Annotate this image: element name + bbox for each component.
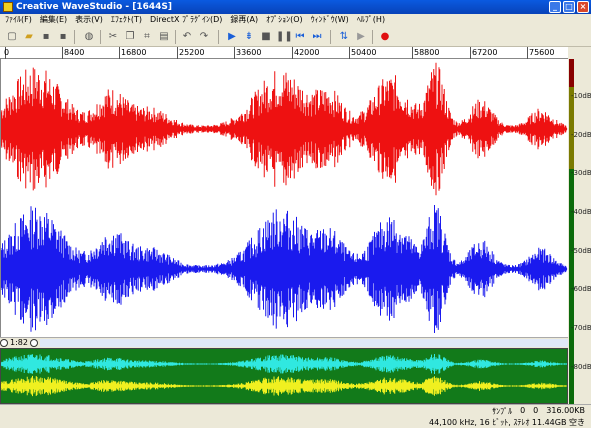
- undo-icon[interactable]: ↶: [180, 30, 194, 44]
- zoom-out-icon[interactable]: [0, 339, 8, 347]
- ruler-label: 75600: [529, 48, 555, 57]
- save-all-icon[interactable]: ▪: [56, 30, 70, 44]
- file-size: 316.00KB: [546, 406, 585, 415]
- stop-icon[interactable]: ■: [259, 30, 273, 44]
- left-channel-waveform: [1, 62, 567, 196]
- level-label: -20dB: [571, 131, 591, 139]
- forward-icon[interactable]: ⏭: [310, 30, 324, 44]
- ruler-label: 42000: [294, 48, 320, 57]
- ruler-label: 16800: [121, 48, 147, 57]
- ruler-label: 0: [4, 48, 10, 57]
- redo-icon[interactable]: ↷: [197, 30, 211, 44]
- level-label: -30dB: [571, 169, 591, 177]
- level-label: -50dB: [571, 247, 591, 255]
- time-ruler: 0 8400 16800 25200 33600 42000 50400 588…: [0, 47, 568, 59]
- ruler-label: 58800: [414, 48, 440, 57]
- menu-options[interactable]: ｵﾌﾟｼｮﾝ(O): [262, 14, 307, 26]
- zoom-in-icon[interactable]: [29, 339, 38, 347]
- horizontal-scrollbar[interactable]: 1:82: [0, 337, 568, 347]
- format-info: 44,100 kHz, 16 ﾋﾞｯﾄ, ｽﾃﾚｵ 11.44GB 空き: [429, 418, 585, 427]
- copy-icon[interactable]: ❐: [123, 30, 137, 44]
- menu-directx[interactable]: DirectX ﾌﾟﾗｸﾞｲﾝ(D): [146, 14, 226, 26]
- overview-left-waveform: [1, 354, 567, 374]
- menu-help[interactable]: ﾍﾙﾌﾟ(H): [353, 14, 389, 26]
- ruler-label: 8400: [64, 48, 85, 57]
- selection-start: 0: [520, 406, 526, 415]
- level-label: -10dB: [571, 92, 591, 100]
- level-label: -40dB: [571, 208, 591, 216]
- selection-length: 0: [533, 406, 539, 415]
- window-title: Creative WaveStudio - [1644S]: [16, 2, 173, 12]
- overview-right-waveform: [1, 375, 567, 397]
- cut-icon[interactable]: ✂: [106, 30, 120, 44]
- paste-icon[interactable]: ▤: [157, 30, 171, 44]
- zoom-value: 1:82: [10, 338, 28, 347]
- level-label: -80dB: [571, 363, 591, 371]
- right-channel-waveform: [1, 205, 567, 333]
- menu-edit[interactable]: 編集(E): [36, 14, 71, 26]
- ruler-label: 33600: [236, 48, 262, 57]
- properties-icon[interactable]: ◍: [82, 30, 96, 44]
- status-row-1: ｻﾝﾌﾟﾙ 0 0 316.00KB: [492, 406, 585, 417]
- overview-panel[interactable]: [0, 348, 568, 404]
- menu-record[interactable]: 録再(A): [226, 14, 262, 26]
- close-button[interactable]: ×: [577, 1, 589, 13]
- play-icon[interactable]: ▶: [225, 30, 239, 44]
- zoom-control[interactable]: 1:82: [0, 338, 38, 348]
- samples-label: ｻﾝﾌﾟﾙ: [492, 407, 513, 416]
- status-row-2: 44,100 kHz, 16 ﾋﾞｯﾄ, ｽﾃﾚｵ 11.44GB 空き: [429, 417, 585, 428]
- waveform-view[interactable]: [0, 59, 569, 337]
- play-from-icon[interactable]: ▶: [354, 30, 368, 44]
- loop-icon[interactable]: ⇅: [337, 30, 351, 44]
- new-file-icon[interactable]: ▢: [5, 30, 19, 44]
- scroll-track[interactable]: [40, 339, 568, 347]
- open-folder-icon[interactable]: ▰: [22, 30, 36, 44]
- record-icon[interactable]: ●: [378, 30, 392, 44]
- level-meter: -10dB -20dB -30dB -40dB -50dB -60dB -70d…: [568, 59, 591, 404]
- minimize-button[interactable]: _: [549, 1, 561, 13]
- level-label: -60dB: [571, 285, 591, 293]
- menu-effect[interactable]: ｴﾌｪｸﾄ(T): [107, 14, 146, 26]
- crop-icon[interactable]: ⌗: [140, 30, 154, 44]
- play-selection-icon[interactable]: ⇟: [242, 30, 256, 44]
- save-icon[interactable]: ▪: [39, 30, 53, 44]
- ruler-label: 25200: [179, 48, 205, 57]
- menu-window[interactable]: ｳｨﾝﾄﾞｳ(W): [307, 14, 353, 26]
- app-icon: [3, 2, 13, 12]
- level-label: -70dB: [571, 324, 591, 332]
- waveform-svg: [1, 62, 569, 333]
- ruler-label: 50400: [351, 48, 377, 57]
- status-bar: ｻﾝﾌﾟﾙ 0 0 316.00KB 44,100 kHz, 16 ﾋﾞｯﾄ, …: [0, 404, 591, 428]
- menu-bar: ﾌｧｲﾙ(F) 編集(E) 表示(V) ｴﾌｪｸﾄ(T) DirectX ﾌﾟﾗ…: [0, 14, 591, 26]
- pause-icon[interactable]: ❚❚: [276, 30, 293, 44]
- overview-svg: [1, 354, 567, 397]
- toolbar: ▢ ▰ ▪ ▪ ◍ ✂ ❐ ⌗ ▤ ↶ ↷ ▶ ⇟ ■ ❚❚ ⏮ ⏭ ⇅ ▶ ●: [0, 27, 591, 47]
- maximize-button[interactable]: □: [563, 1, 575, 13]
- menu-view[interactable]: 表示(V): [71, 14, 107, 26]
- rewind-icon[interactable]: ⏮: [293, 30, 307, 44]
- title-bar: Creative WaveStudio - [1644S] _ □ ×: [0, 0, 591, 14]
- ruler-label: 67200: [472, 48, 498, 57]
- menu-file[interactable]: ﾌｧｲﾙ(F): [1, 14, 36, 26]
